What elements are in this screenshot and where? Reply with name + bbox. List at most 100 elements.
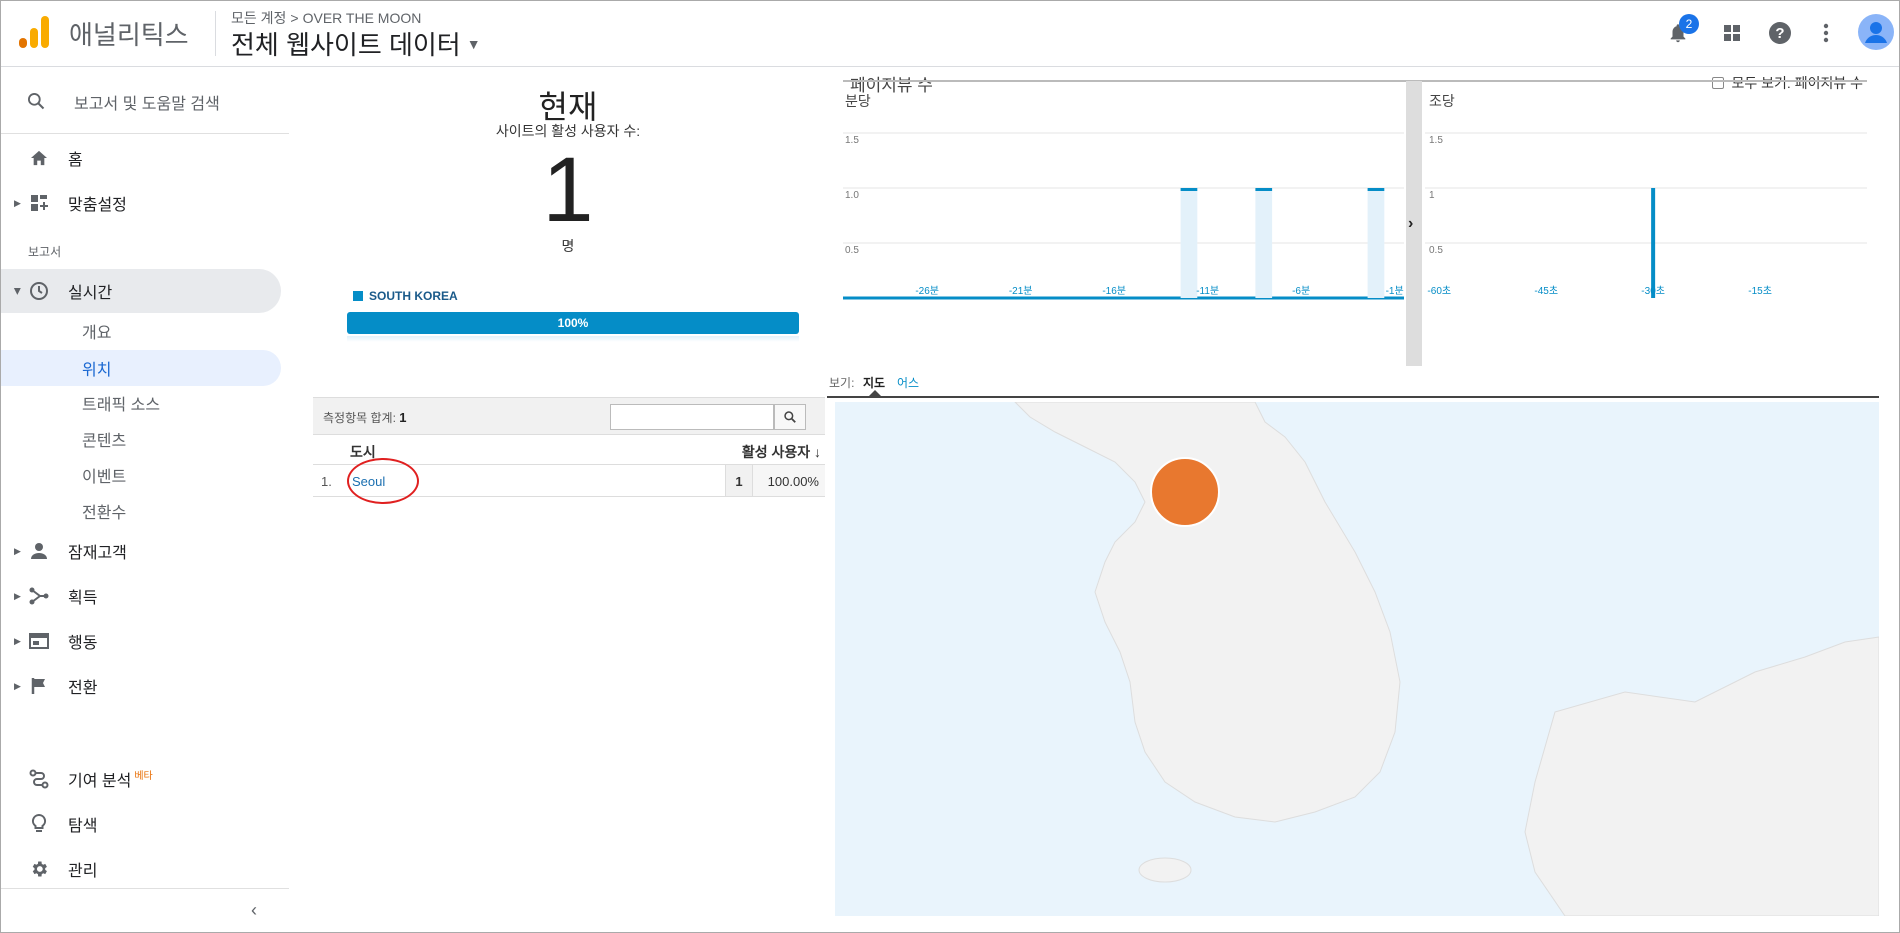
- column-header-active-users[interactable]: 활성 사용자 ↓: [742, 442, 821, 462]
- x-tick-label: -6분: [1292, 285, 1310, 297]
- expand-arrow-icon: ▶: [14, 197, 21, 208]
- sidebar-item-label: 맞춤설정: [68, 197, 127, 214]
- sidebar-item-customization[interactable]: ▶ 맞춤설정: [1, 183, 281, 223]
- sidebar-item-label: 획득: [68, 590, 98, 607]
- city-table: 측정항목 합계: 1 도시 활성 사용자 ↓ 1. Seoul 1 100.00…: [313, 397, 825, 504]
- sidebar-item-label: 실시간: [68, 285, 113, 302]
- breadcrumb-separator: >: [290, 10, 299, 26]
- table-search-input[interactable]: [610, 404, 774, 430]
- geo-map[interactable]: [835, 402, 1879, 916]
- metric-total-value: 1: [399, 410, 407, 425]
- sidebar-subitem-label: 콘텐츠: [82, 433, 127, 450]
- metric-total-label: 측정항목 합계:: [323, 411, 396, 425]
- sidebar-subitem-label: 이벤트: [82, 469, 127, 486]
- search-icon: [784, 411, 796, 423]
- sidebar: 보고서 및 도움말 검색 홈 ▶ 맞춤설정 보고서 ▶ 실시간 개요 위치 트래…: [1, 68, 309, 932]
- apps-grid-icon[interactable]: [1717, 18, 1747, 48]
- bar-highlight: [1367, 188, 1385, 298]
- sidebar-item-attribution[interactable]: 기여 분석 베타: [1, 759, 281, 799]
- bar[interactable]: [1367, 188, 1385, 191]
- second-chart-title: 조당: [1429, 93, 1455, 109]
- sidebar-search[interactable]: 보고서 및 도움말 검색: [1, 68, 289, 134]
- jeju-island: [1138, 857, 1192, 883]
- sidebar-item-label: 행동: [68, 635, 98, 652]
- more-vert-icon[interactable]: [1811, 18, 1841, 48]
- sidebar-item-admin[interactable]: 관리: [1, 849, 281, 889]
- bar-highlight: [1180, 188, 1198, 298]
- active-users-unit: 명: [561, 238, 575, 254]
- bar[interactable]: [1180, 188, 1198, 191]
- bar[interactable]: [1255, 188, 1273, 191]
- divider: [1, 888, 289, 889]
- sidebar-item-discover[interactable]: 탐색: [1, 804, 281, 844]
- breadcrumb-property[interactable]: OVER THE MOON: [303, 10, 422, 26]
- sidebar-item-label: 홈: [68, 152, 83, 169]
- view-tabs: 보기: 지도 어스: [827, 368, 1879, 398]
- acquisition-icon: [28, 585, 50, 607]
- map-section: 보기: 지도 어스: [827, 368, 1899, 932]
- sidebar-subitem-traffic-sources[interactable]: 트래픽 소스: [1, 386, 281, 420]
- row-percent: 100.00%: [753, 465, 825, 496]
- expand-arrow-icon: ▶: [12, 287, 23, 295]
- search-icon: [28, 93, 45, 110]
- breadcrumb-account[interactable]: 모든 계정: [231, 10, 286, 26]
- minute-chart-title: 분당: [845, 93, 871, 109]
- active-users-count: 1: [542, 139, 594, 241]
- column-header-label: 활성 사용자: [741, 444, 811, 460]
- avatar[interactable]: [1857, 13, 1895, 51]
- table-search-button[interactable]: [774, 404, 806, 430]
- svg-text:?: ?: [1775, 25, 1784, 42]
- sidebar-subitem-conversions[interactable]: 전환수: [1, 494, 281, 528]
- view-selector[interactable]: 전체 웹사이트 데이터 ▼: [231, 25, 481, 62]
- sidebar-item-label: 관리: [68, 863, 98, 880]
- tab-earth[interactable]: 어스: [897, 374, 919, 391]
- tab-map[interactable]: 지도: [863, 374, 885, 391]
- top-bar: 애널리틱스 모든 계정 > OVER THE MOON 전체 웹사이트 데이터 ▼ …: [1, 1, 1899, 67]
- active-users-label: 사이트의 활성 사용자 수:: [495, 123, 641, 139]
- sidebar-subitem-overview[interactable]: 개요: [1, 314, 281, 348]
- x-tick-label: -30초: [1641, 285, 1665, 297]
- x-tick-label: -21분: [1009, 285, 1033, 297]
- sidebar-item-label: 기여 분석 베타: [68, 767, 153, 791]
- korea-landmass: [1014, 402, 1401, 823]
- seoul-marker[interactable]: [1150, 457, 1220, 527]
- sidebar-item-audience[interactable]: ▶ 잠재고객: [1, 531, 281, 571]
- y-tick-label: 0.5: [845, 245, 859, 256]
- x-tick-label: -15초: [1748, 285, 1772, 297]
- bar-highlight: [1255, 188, 1273, 298]
- app-title[interactable]: 애널리틱스: [69, 15, 189, 52]
- bar[interactable]: [1651, 188, 1656, 298]
- sidebar-item-realtime[interactable]: ▶ 실시간: [1, 269, 281, 313]
- home-icon: [28, 147, 50, 169]
- country-legend: SOUTH KOREA: [353, 289, 458, 303]
- collapse-sidebar-icon[interactable]: ‹: [251, 900, 257, 921]
- splitter-arrow-icon[interactable]: ›: [1408, 215, 1413, 232]
- notification-badge: 2: [1679, 14, 1699, 34]
- help-icon[interactable]: ?: [1765, 18, 1795, 48]
- sidebar-item-behavior[interactable]: ▶ 행동: [1, 621, 281, 661]
- sidebar-item-home[interactable]: 홈: [1, 138, 281, 178]
- legend-swatch: [353, 291, 363, 301]
- country-name: SOUTH KOREA: [369, 289, 458, 303]
- red-circle-annotation: [347, 458, 419, 504]
- analytics-logo-icon[interactable]: [19, 16, 49, 48]
- sidebar-subitem-locations[interactable]: 위치: [1, 350, 281, 386]
- x-tick-label: -16분: [1102, 285, 1126, 297]
- sidebar-item-acquisition[interactable]: ▶ 획득: [1, 576, 281, 616]
- divider: [215, 11, 216, 56]
- sidebar-subitem-label: 트래픽 소스: [82, 397, 161, 414]
- sidebar-subitem-label: 전환수: [82, 505, 127, 522]
- country-percent-bar: 100%: [347, 312, 799, 334]
- attribution-label: 기여 분석: [68, 773, 132, 790]
- bar-shadow: [347, 336, 799, 342]
- table-header-bar: 측정항목 합계: 1: [313, 397, 825, 435]
- x-tick-label: -11분: [1196, 285, 1219, 297]
- sidebar-subitem-events[interactable]: 이벤트: [1, 458, 281, 492]
- y-tick-label: 1.5: [845, 135, 859, 146]
- sidebar-subitem-content[interactable]: 콘텐츠: [1, 422, 281, 456]
- y-tick-label: 1.5: [1429, 135, 1443, 146]
- view-label: 보기:: [829, 376, 855, 390]
- pageview-charts: 페이지뷰 수 모두 보기: 페이지뷰 수 › 분당 조당 0.5 1.0 1.5 -2…: [839, 68, 1899, 368]
- clock-icon: [28, 280, 50, 302]
- sidebar-item-conversions[interactable]: ▶ 전환: [1, 666, 281, 706]
